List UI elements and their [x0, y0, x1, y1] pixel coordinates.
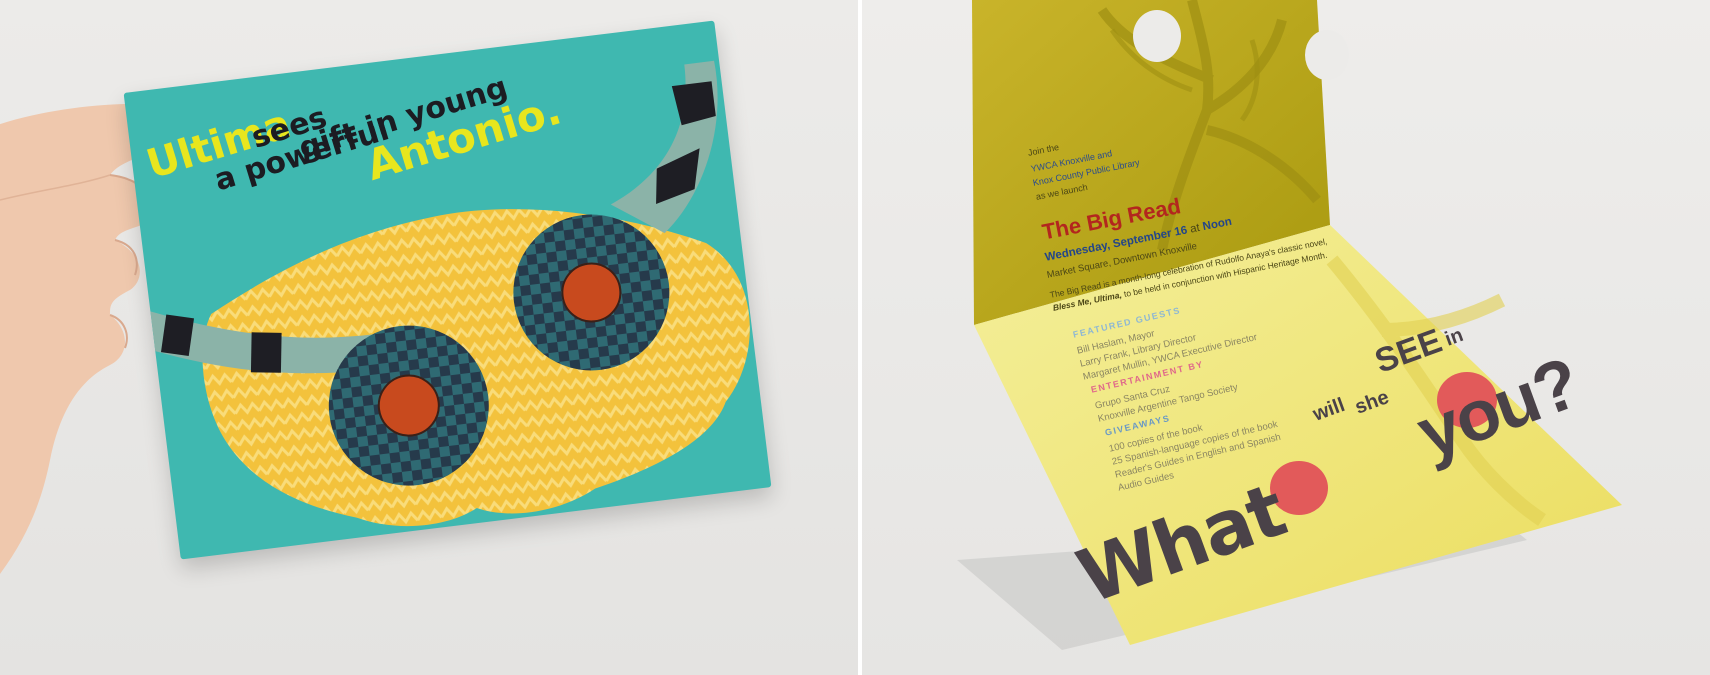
event-at: at [1189, 221, 1201, 236]
owl-postcard: Ultima sees a powerful gift in young Ant… [123, 20, 772, 560]
right-photo-panel: Join the YWCA Knoxville and Knox County … [862, 0, 1710, 675]
invitation-card-open [957, 0, 1622, 650]
left-photo-panel: Ultima sees a powerful gift in young Ant… [0, 0, 858, 675]
